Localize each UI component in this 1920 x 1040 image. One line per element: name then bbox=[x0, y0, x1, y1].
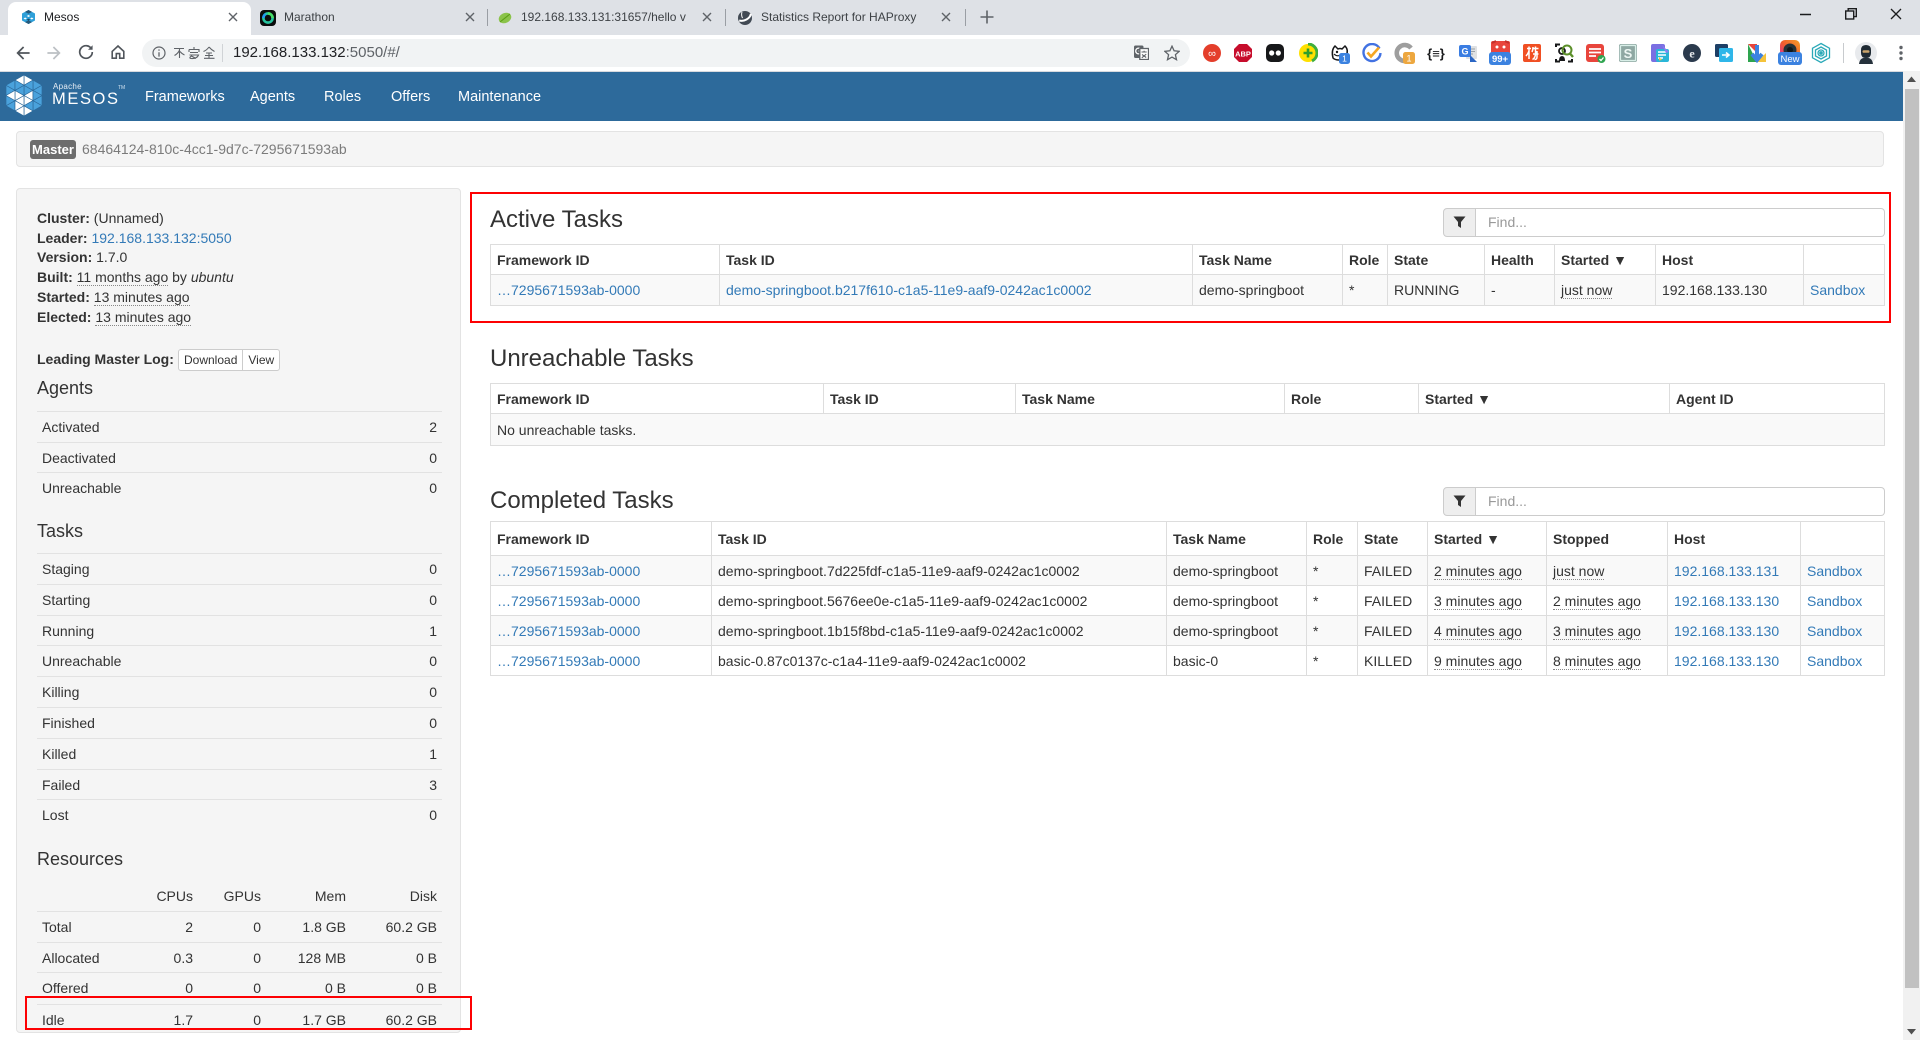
svg-text:99+: 99+ bbox=[1492, 54, 1509, 65]
svg-text:G: G bbox=[1461, 47, 1468, 57]
svg-text:1: 1 bbox=[1342, 54, 1347, 64]
svg-text:1: 1 bbox=[1406, 54, 1411, 64]
svg-text:e: e bbox=[1689, 47, 1695, 61]
svg-text:New: New bbox=[1780, 54, 1799, 65]
svg-text:S: S bbox=[1624, 46, 1633, 61]
svg-text:ABP: ABP bbox=[1235, 50, 1251, 59]
svg-text:∞: ∞ bbox=[1208, 48, 1216, 60]
svg-text:{≡}: {≡} bbox=[1427, 46, 1445, 61]
